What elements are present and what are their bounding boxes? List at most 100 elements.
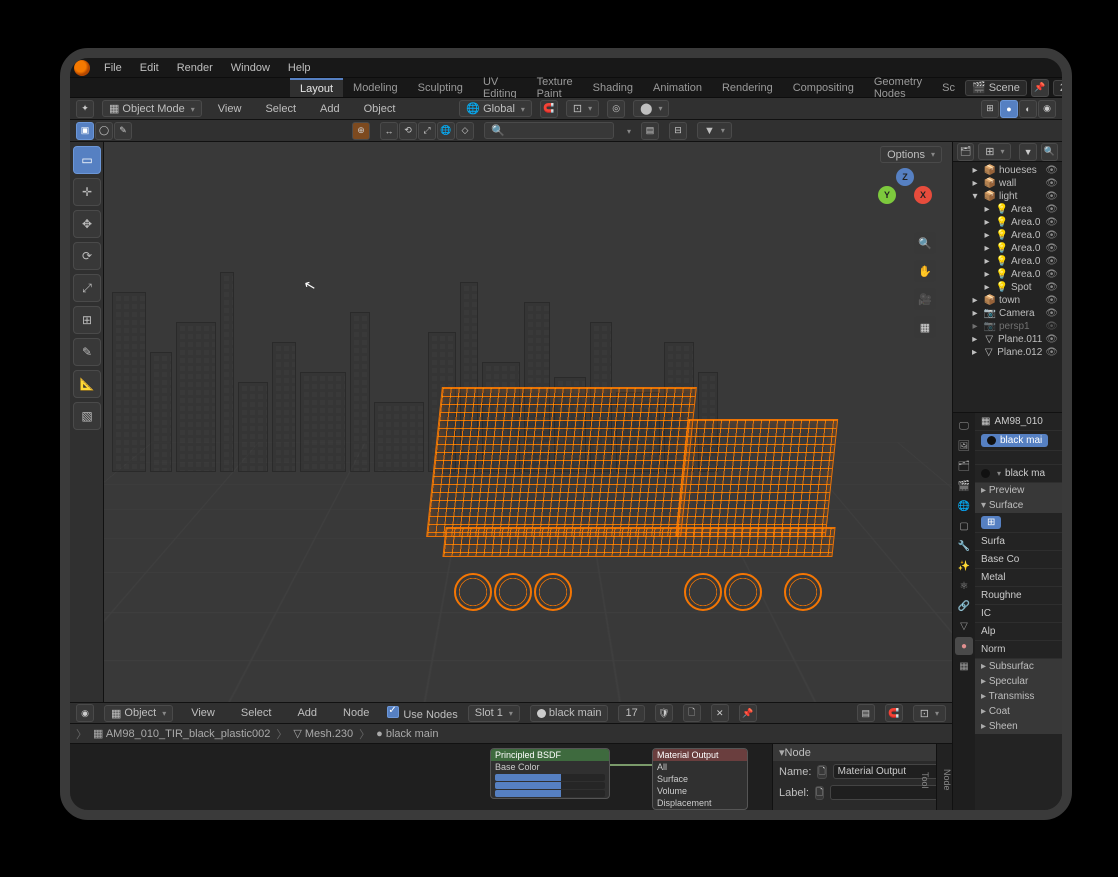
- node-mode[interactable]: ▦ Object: [104, 705, 173, 722]
- tool-annotate[interactable]: ✎: [73, 338, 101, 366]
- eye-icon[interactable]: 👁: [1045, 295, 1058, 306]
- zoom-icon[interactable]: 🔍: [914, 232, 936, 254]
- tree-row[interactable]: ▸📦houeses👁: [953, 164, 1062, 177]
- sidetab-tool[interactable]: Tool: [920, 772, 930, 789]
- eye-icon[interactable]: 👁: [1045, 178, 1058, 189]
- gizmo-rotate-icon[interactable]: ⟲: [399, 122, 417, 140]
- expand-icon[interactable]: ▸: [981, 204, 993, 215]
- scene-selector[interactable]: 🎬 Scene: [965, 80, 1027, 96]
- gizmo-local-icon[interactable]: ◇: [456, 122, 474, 140]
- outliner-type-icon[interactable]: 🗂: [957, 143, 974, 161]
- ptab-output[interactable]: 🖼: [955, 437, 973, 455]
- selected-object-truck[interactable]: [434, 387, 854, 607]
- expand-icon[interactable]: ▸: [969, 295, 981, 306]
- eye-icon[interactable]: 👁: [1045, 230, 1058, 241]
- proportional-icon[interactable]: ◎: [607, 100, 625, 118]
- rendered-shading-icon[interactable]: ◉: [1038, 100, 1056, 118]
- panel-coat[interactable]: Coat: [975, 704, 1062, 719]
- view3d-view[interactable]: View: [210, 101, 250, 117]
- panel-specular[interactable]: Specular: [975, 674, 1062, 689]
- tab-compositing[interactable]: Compositing: [783, 78, 864, 97]
- eye-icon[interactable]: 👁: [1045, 217, 1058, 228]
- tool-select-box[interactable]: ▭: [73, 146, 101, 174]
- menu-help[interactable]: Help: [280, 60, 319, 76]
- node-view[interactable]: View: [183, 705, 223, 721]
- node-overlay-icon[interactable]: ▤: [857, 704, 875, 722]
- panel-transmiss[interactable]: Transmiss: [975, 689, 1062, 704]
- expand-icon[interactable]: ▸: [981, 243, 993, 254]
- node-label-input[interactable]: [830, 785, 952, 800]
- tree-row[interactable]: ▸💡Area.0👁: [953, 255, 1062, 268]
- expand-icon[interactable]: ▸: [981, 269, 993, 280]
- node-principled[interactable]: Principled BSDF Base Color: [490, 748, 610, 799]
- material-slot-row[interactable]: black mai: [975, 431, 1062, 451]
- snap-dropdown[interactable]: ⊡: [566, 100, 599, 117]
- eye-icon[interactable]: 👁: [1045, 204, 1058, 215]
- prop-surfa[interactable]: Surfa: [975, 533, 1062, 551]
- tree-row[interactable]: ▾📦light👁: [953, 190, 1062, 203]
- search-field[interactable]: 🔍: [484, 122, 614, 139]
- xray-icon[interactable]: ⊟: [669, 122, 687, 140]
- eye-icon[interactable]: 👁: [1045, 269, 1058, 280]
- filter-dropdown[interactable]: ▼: [697, 122, 732, 139]
- view3d-select[interactable]: Select: [257, 101, 304, 117]
- ptab-object[interactable]: ▢: [955, 517, 973, 535]
- viewport-3d[interactable]: ↖ Z Y X 🔍 ✋ 🎥 ▦ Options: [104, 142, 952, 702]
- tab-rendering[interactable]: Rendering: [712, 78, 783, 97]
- outliner[interactable]: ▸📦houeses👁▸📦wall👁▾📦light👁▸💡Area👁▸💡Area.0…: [953, 162, 1062, 412]
- expand-icon[interactable]: ▾: [969, 191, 981, 202]
- tab-sculpting[interactable]: Sculpting: [408, 78, 473, 97]
- gizmo-x-icon[interactable]: X: [914, 186, 932, 204]
- tree-row[interactable]: ▸💡Spot👁: [953, 281, 1062, 294]
- slot-selector[interactable]: Slot 1: [468, 705, 520, 722]
- panel-subsurface[interactable]: Subsurfac: [975, 659, 1062, 674]
- camera-view-icon[interactable]: 🎥: [914, 288, 936, 310]
- gizmo-y-icon[interactable]: Y: [878, 186, 896, 204]
- eye-icon[interactable]: 👁: [1045, 165, 1058, 176]
- tool-rotate[interactable]: ⟳: [73, 242, 101, 270]
- expand-icon[interactable]: ▸: [981, 217, 993, 228]
- unlink-material-icon[interactable]: ✕: [711, 704, 729, 722]
- tree-row[interactable]: ▸💡Area👁: [953, 203, 1062, 216]
- panel-surface[interactable]: Surface: [975, 498, 1062, 513]
- expand-icon[interactable]: ▸: [969, 334, 981, 345]
- use-nodes-checkbox[interactable]: Use Nodes: [387, 706, 457, 721]
- ptab-constraints[interactable]: 🔗: [955, 597, 973, 615]
- outliner-search-icon[interactable]: 🔍: [1041, 143, 1058, 161]
- prop-baseco[interactable]: Base Co: [975, 551, 1062, 569]
- tree-row[interactable]: ▸▽Plane.012👁: [953, 346, 1062, 359]
- tool-measure[interactable]: 📐: [73, 370, 101, 398]
- expand-icon[interactable]: ▸: [969, 347, 980, 358]
- cursor-center-icon[interactable]: ⊕: [352, 122, 370, 140]
- tree-row[interactable]: ▸📷persp1👁: [953, 320, 1062, 333]
- tree-row[interactable]: ▸📦wall👁: [953, 177, 1062, 190]
- expand-icon[interactable]: ▸: [969, 321, 981, 332]
- ptab-render[interactable]: 🖵: [955, 417, 973, 435]
- tab-layout[interactable]: Layout: [290, 78, 343, 97]
- tool-cursor[interactable]: ✛: [73, 178, 101, 206]
- tool-move[interactable]: ✥: [73, 210, 101, 238]
- tab-texture[interactable]: Texture Paint: [527, 78, 583, 97]
- ptab-scene[interactable]: 🎬: [955, 477, 973, 495]
- expand-icon[interactable]: ▸: [969, 308, 981, 319]
- tab-animation[interactable]: Animation: [643, 78, 712, 97]
- eye-icon[interactable]: 👁: [1045, 334, 1058, 345]
- node-name-input[interactable]: [833, 764, 952, 779]
- tree-row[interactable]: ▸▽Plane.011👁: [953, 333, 1062, 346]
- ptab-data[interactable]: ▽: [955, 617, 973, 635]
- crumb-material[interactable]: ● black main: [376, 728, 438, 740]
- ptab-world[interactable]: 🌐: [955, 497, 973, 515]
- outliner-filter-icon[interactable]: ▼: [1019, 143, 1036, 161]
- mode-selector[interactable]: ▦ Object Mode: [102, 100, 202, 117]
- proportional-dropdown[interactable]: ⬤: [633, 100, 669, 117]
- menu-render[interactable]: Render: [169, 60, 221, 76]
- ptab-modifiers[interactable]: 🔧: [955, 537, 973, 555]
- fake-user-icon[interactable]: 🛡: [655, 704, 673, 722]
- eye-icon[interactable]: 👁: [1045, 308, 1058, 319]
- tree-row[interactable]: ▸💡Area.0👁: [953, 216, 1062, 229]
- tool-scale[interactable]: ⤢: [73, 274, 101, 302]
- tool-addcube[interactable]: ▧: [73, 402, 101, 430]
- eye-icon[interactable]: 👁: [1045, 282, 1058, 293]
- eye-icon[interactable]: 👁: [1045, 321, 1058, 332]
- editor-type-icon[interactable]: ✦: [76, 100, 94, 118]
